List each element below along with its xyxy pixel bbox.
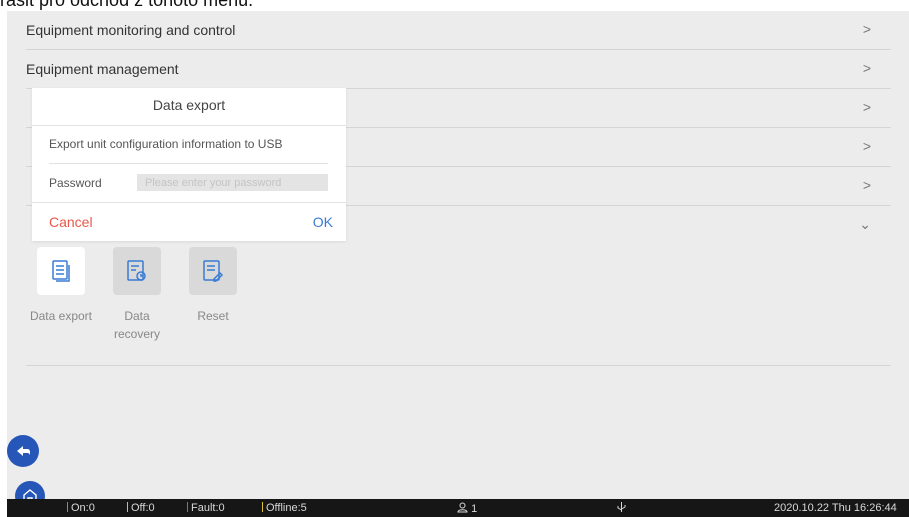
- usb-icon: [617, 502, 626, 512]
- menu-row-equipment-management[interactable]: Equipment management >: [26, 50, 891, 89]
- document-reset-icon: [203, 260, 224, 282]
- status-fault-indicator: [187, 502, 188, 512]
- data-export-label: Data export: [29, 309, 93, 323]
- reset-label: Reset: [197, 309, 229, 323]
- document-caption-text: rasit pro odchod z tohoto menu.: [0, 0, 254, 10]
- status-bar: On:0 Off:0 Fault:0 Offline:5 1 2020.10.2…: [7, 499, 909, 517]
- status-off: Off:0: [127, 502, 155, 514]
- dialog-title: Data export: [152, 97, 226, 113]
- document-recovery-icon: [127, 260, 146, 281]
- back-arrow-icon: [17, 446, 30, 456]
- user-count: 1: [457, 502, 477, 515]
- chevron-right-icon: >: [862, 99, 871, 115]
- status-fault-text: Fault:0: [191, 502, 225, 514]
- dialog-divider: [32, 125, 346, 126]
- dialog-divider: [49, 163, 328, 164]
- status-on-indicator: [67, 502, 68, 512]
- password-label: Password: [49, 176, 102, 190]
- section-divider: [26, 365, 891, 366]
- status-offline-indicator: [262, 502, 263, 512]
- usb-status: [617, 502, 626, 516]
- data-export-tile[interactable]: [37, 247, 85, 295]
- ok-button[interactable]: OK: [313, 214, 333, 230]
- user-icon: [457, 502, 468, 513]
- back-button[interactable]: [7, 435, 39, 467]
- cancel-button[interactable]: Cancel: [49, 214, 93, 230]
- menu-row-label: Equipment monitoring and control: [26, 22, 236, 38]
- chevron-down-icon: ⌄: [859, 216, 871, 232]
- data-export-dialog: Data export Export unit configuration in…: [32, 88, 346, 241]
- status-fault: Fault:0: [187, 502, 225, 514]
- chevron-right-icon: >: [862, 60, 871, 76]
- data-recovery-tile[interactable]: [113, 247, 161, 295]
- dialog-divider: [32, 202, 346, 203]
- password-input[interactable]: [137, 174, 328, 191]
- status-on: On:0: [67, 502, 95, 514]
- status-offline: Offline:5: [262, 502, 307, 514]
- menu-row-equipment-monitoring[interactable]: Equipment monitoring and control >: [26, 11, 891, 50]
- status-off-text: Off:0: [131, 502, 155, 514]
- chevron-right-icon: >: [862, 21, 871, 37]
- status-offline-text: Offline:5: [266, 502, 307, 514]
- user-count-text: 1: [471, 503, 478, 515]
- chevron-right-icon: >: [862, 177, 871, 193]
- dialog-description: Export unit configuration information to…: [49, 137, 283, 151]
- reset-tile[interactable]: [189, 247, 237, 295]
- status-datetime: 2020.10.22 Thu 16:26:44: [774, 502, 897, 514]
- status-off-indicator: [127, 502, 128, 512]
- menu-row-label: Equipment management: [26, 61, 179, 77]
- device-screen: Equipment monitoring and control > Equip…: [7, 11, 909, 517]
- status-on-text: On:0: [71, 502, 95, 514]
- document-export-icon: [52, 260, 70, 282]
- chevron-right-icon: >: [862, 138, 871, 154]
- data-recovery-label: Data recovery: [113, 309, 160, 341]
